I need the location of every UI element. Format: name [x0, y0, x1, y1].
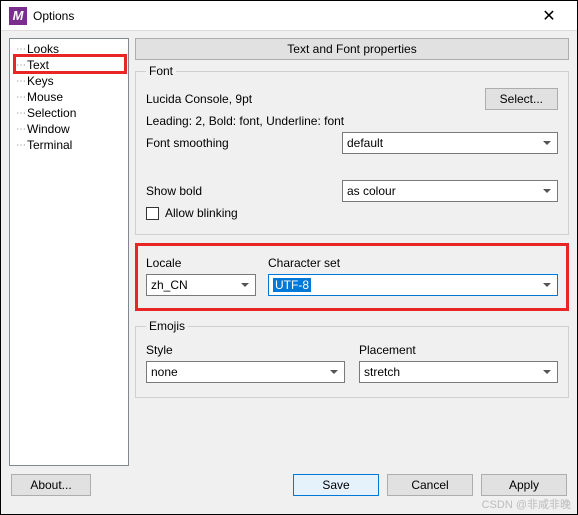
- footer: About... Save Cancel Apply: [1, 466, 577, 504]
- tree-dots-icon: ⋯: [16, 76, 25, 87]
- about-button[interactable]: About...: [11, 474, 91, 496]
- select-value: as colour: [347, 184, 396, 198]
- locale-label: Locale: [146, 256, 256, 270]
- font-description: Lucida Console, 9pt: [146, 92, 479, 106]
- options-dialog: M Options ✕ ⋯Looks ⋯Text ⋯Keys ⋯Mouse ⋯S…: [0, 0, 578, 515]
- font-group: Font Lucida Console, 9pt Select... Leadi…: [135, 64, 569, 235]
- select-value: zh_CN: [151, 278, 188, 292]
- apply-button[interactable]: Apply: [481, 474, 567, 496]
- font-select-button[interactable]: Select...: [485, 88, 558, 110]
- tree-label: Text: [27, 58, 49, 72]
- window-title: Options: [33, 9, 529, 23]
- font-smoothing-label: Font smoothing: [146, 136, 336, 150]
- emojis-group: Emojis Style none Placement stretch: [135, 319, 569, 398]
- charset-label: Character set: [268, 256, 558, 270]
- emoji-placement-select[interactable]: stretch: [359, 361, 558, 383]
- tree-dots-icon: ⋯: [16, 124, 25, 135]
- save-button[interactable]: Save: [293, 474, 379, 496]
- tree-label: Looks: [27, 42, 59, 56]
- tree-label: Mouse: [27, 90, 63, 104]
- emoji-placement-label: Placement: [359, 343, 558, 357]
- font-legend: Font: [146, 64, 176, 78]
- tree-item-window[interactable]: ⋯Window: [10, 121, 128, 137]
- font-smoothing-select[interactable]: default: [342, 132, 558, 154]
- select-value: UTF-8: [273, 278, 311, 292]
- tree-item-looks[interactable]: ⋯Looks: [10, 41, 128, 57]
- select-value: stretch: [364, 365, 400, 379]
- show-bold-label: Show bold: [146, 184, 336, 198]
- emoji-style-label: Style: [146, 343, 345, 357]
- properties-button[interactable]: Text and Font properties: [135, 38, 569, 60]
- emojis-legend: Emojis: [146, 319, 188, 333]
- tree-label: Selection: [27, 106, 76, 120]
- tree-item-terminal[interactable]: ⋯Terminal: [10, 137, 128, 153]
- tree-label: Window: [27, 122, 70, 136]
- cancel-button[interactable]: Cancel: [387, 474, 473, 496]
- tree-label: Terminal: [27, 138, 72, 152]
- tree-dots-icon: ⋯: [16, 140, 25, 151]
- select-value: default: [347, 136, 383, 150]
- font-leading-text: Leading: 2, Bold: font, Underline: font: [146, 114, 344, 128]
- tree-item-keys[interactable]: ⋯Keys: [10, 73, 128, 89]
- emoji-style-select[interactable]: none: [146, 361, 345, 383]
- locale-highlight-box: Locale zh_CN Character set UTF-8: [135, 243, 569, 311]
- locale-select[interactable]: zh_CN: [146, 274, 256, 296]
- tree-item-text[interactable]: ⋯Text: [10, 57, 128, 73]
- checkbox-icon: [146, 207, 159, 220]
- allow-blinking-label: Allow blinking: [165, 206, 238, 220]
- app-icon: M: [9, 7, 27, 25]
- category-tree[interactable]: ⋯Looks ⋯Text ⋯Keys ⋯Mouse ⋯Selection ⋯Wi…: [9, 38, 129, 466]
- show-bold-select[interactable]: as colour: [342, 180, 558, 202]
- allow-blinking-checkbox[interactable]: Allow blinking: [146, 206, 558, 220]
- select-value: none: [151, 365, 178, 379]
- tree-dots-icon: ⋯: [16, 60, 25, 71]
- tree-dots-icon: ⋯: [16, 92, 25, 103]
- tree-item-selection[interactable]: ⋯Selection: [10, 105, 128, 121]
- tree-item-mouse[interactable]: ⋯Mouse: [10, 89, 128, 105]
- tree-label: Keys: [27, 74, 54, 88]
- tree-dots-icon: ⋯: [16, 44, 25, 55]
- close-icon[interactable]: ✕: [529, 6, 569, 26]
- tree-dots-icon: ⋯: [16, 108, 25, 119]
- titlebar: M Options ✕: [1, 1, 577, 31]
- charset-select[interactable]: UTF-8: [268, 274, 558, 296]
